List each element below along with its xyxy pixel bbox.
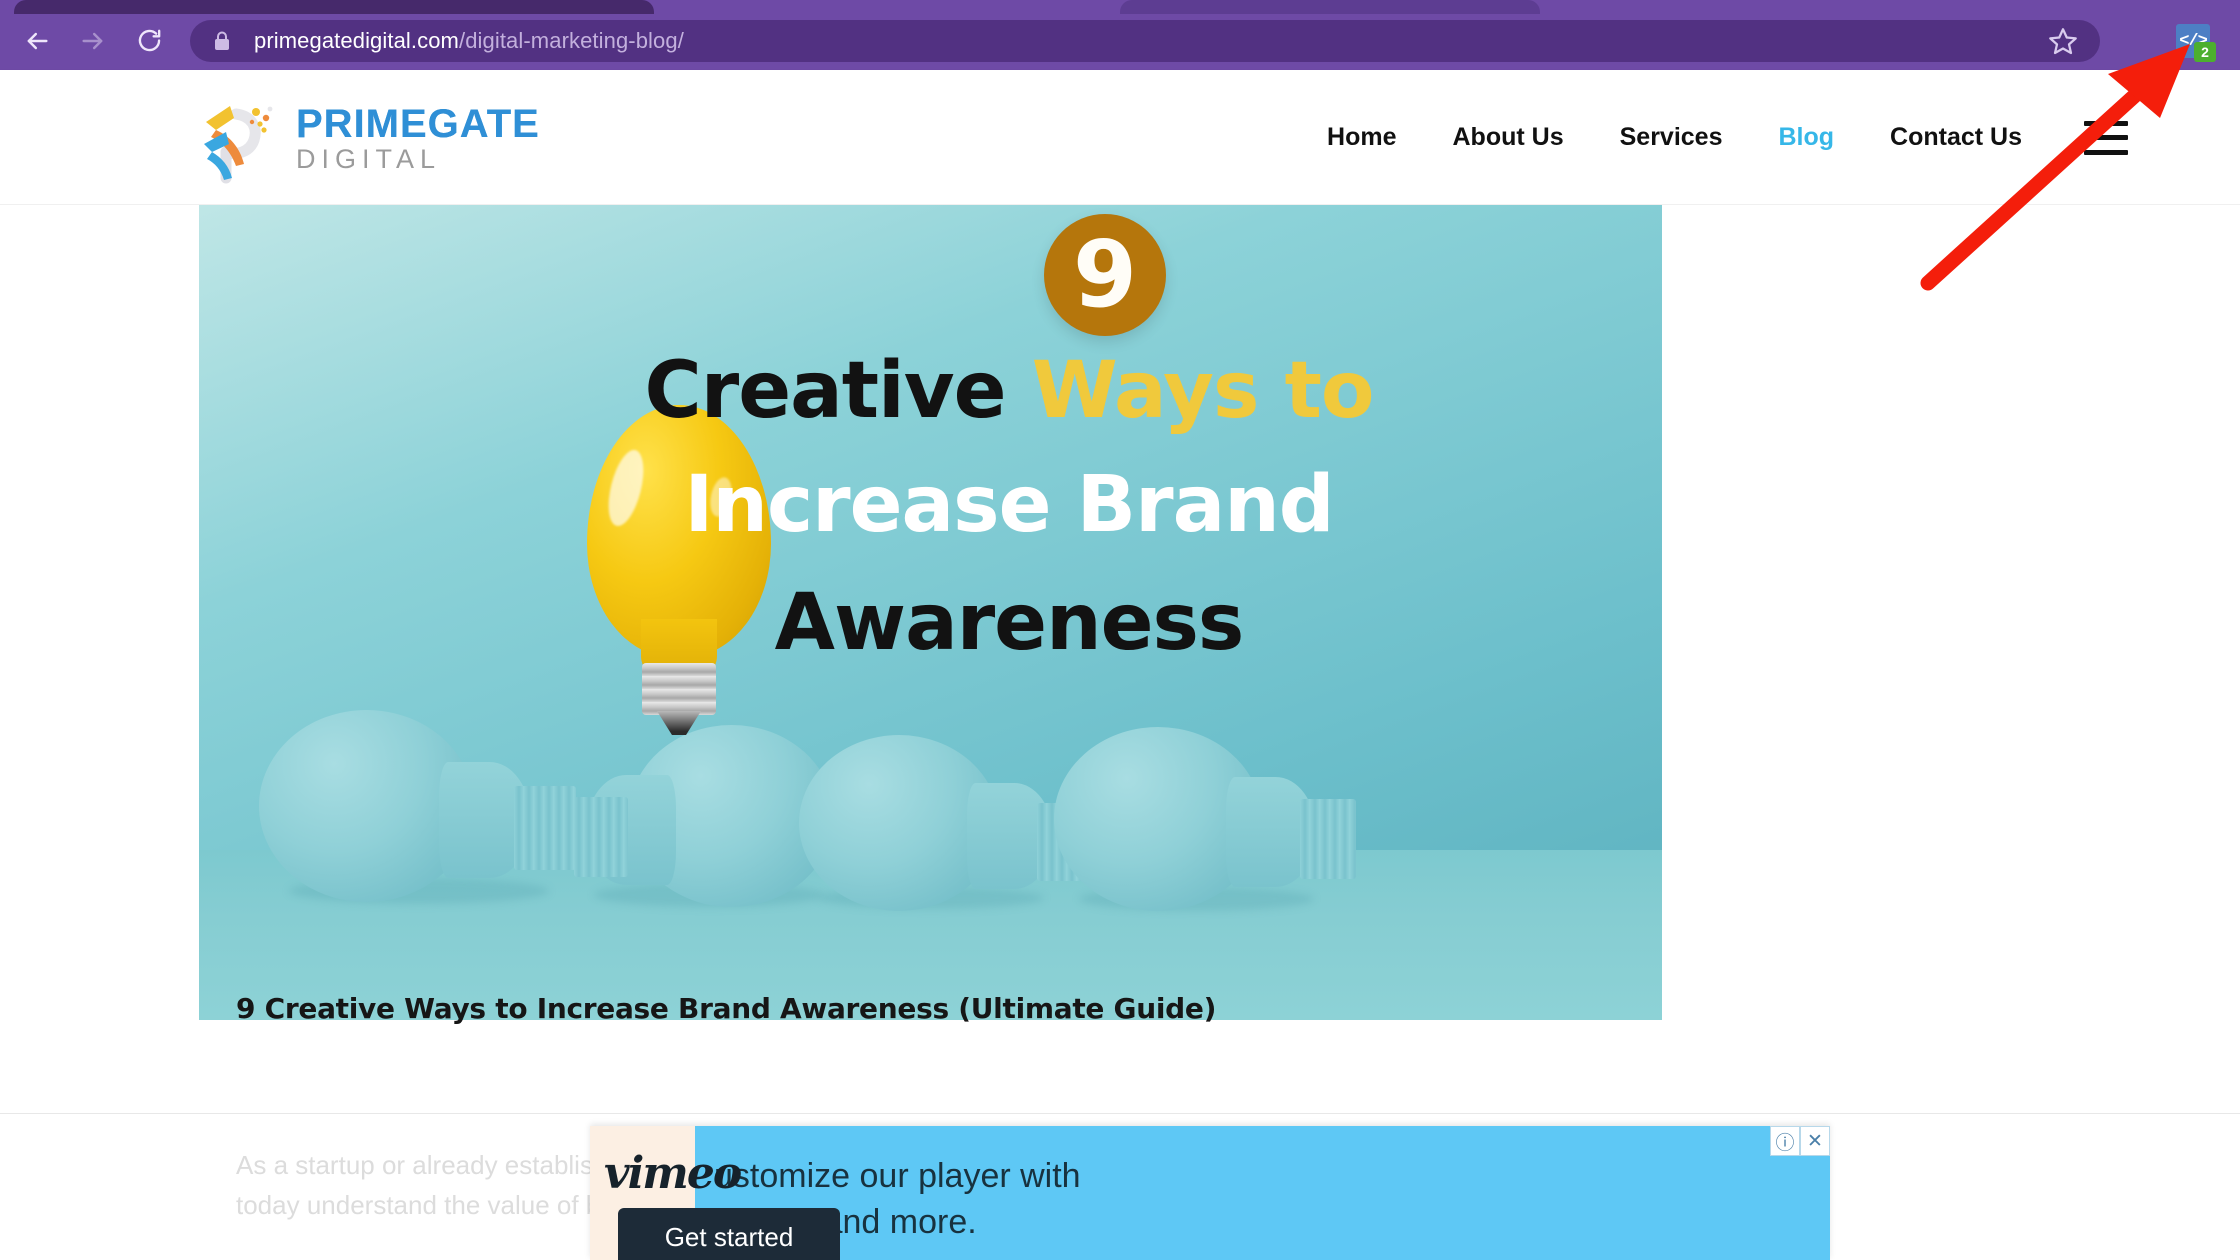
browser-tab-secondary[interactable] [1120, 0, 1540, 14]
nav-item-home[interactable]: Home [1299, 123, 1424, 152]
hamburger-bar [2084, 135, 2128, 140]
teal-bulb-icon [259, 710, 589, 910]
content-divider [0, 1113, 2240, 1114]
teal-bulb-icon [1054, 727, 1364, 919]
browser-chrome: primegatedigital.com/digital-marketing-b… [0, 0, 2240, 70]
hero-headline-ways-to: Ways to [1031, 346, 1375, 436]
url-path: /digital-marketing-blog/ [458, 28, 684, 53]
hero-headline-line-1: Creative Ways to [399, 345, 1619, 437]
back-arrow-icon[interactable] [14, 18, 60, 64]
hero-headline-line-3: Awareness [774, 578, 1245, 669]
browser-tab-active[interactable] [14, 0, 654, 14]
article-hero-image: 9 Creative Ways to Increase Brand Awaren… [199, 205, 1662, 1020]
hero-headline-line-2: Increase Brand [684, 460, 1334, 551]
address-bar[interactable]: primegatedigital.com/digital-marketing-b… [190, 20, 2100, 62]
url-text: primegatedigital.com/digital-marketing-b… [254, 28, 684, 54]
extension-badge-count: 2 [2194, 42, 2216, 62]
nav-item-contact-us[interactable]: Contact Us [1862, 123, 2050, 152]
star-icon[interactable] [2048, 26, 2078, 56]
logo-primary-text: PRIMEGATE [296, 101, 540, 146]
reload-icon[interactable] [126, 18, 172, 64]
ad-controls: ⓘ ✕ [1770, 1126, 1830, 1156]
tab-strip [0, 0, 2240, 14]
site-logo-text: PRIMEGATE DIGITAL [296, 104, 540, 173]
nav-item-blog[interactable]: Blog [1750, 123, 1862, 152]
site-header: PRIMEGATE DIGITAL Home About Us Services… [0, 70, 2240, 205]
hero-headline-creative: Creative [644, 346, 1032, 436]
ad-info-icon[interactable]: ⓘ [1770, 1126, 1800, 1156]
article-title: 9 Creative Ways to Increase Brand Awaren… [236, 992, 1217, 1025]
ad-close-icon[interactable]: ✕ [1800, 1126, 1830, 1156]
vimeo-logo: vimeo [604, 1148, 742, 1199]
url-domain: primegatedigital.com [254, 28, 459, 53]
advertisement-banner[interactable]: ustomize our player with colors, and mor… [590, 1126, 1830, 1260]
lock-icon [215, 31, 229, 50]
ad-get-started-button[interactable]: Get started [618, 1208, 840, 1260]
site-logo[interactable]: PRIMEGATE DIGITAL [196, 90, 540, 186]
page-content: 9 Creative Ways to Increase Brand Awaren… [0, 205, 2240, 1260]
primegate-logo-mark-icon [196, 92, 288, 184]
hero-headline: Creative Ways to Increase Brand Awarenes… [399, 345, 1619, 669]
hamburger-bar [2084, 149, 2128, 155]
main-navigation: Home About Us Services Blog Contact Us [1299, 70, 2128, 205]
hamburger-bar [2084, 120, 2128, 126]
nav-item-about-us[interactable]: About Us [1425, 123, 1592, 152]
logo-secondary-text: DIGITAL [296, 143, 442, 174]
hamburger-menu-icon[interactable] [2084, 120, 2128, 155]
hero-number-badge: 9 [1044, 214, 1166, 336]
nav-item-services[interactable]: Services [1592, 123, 1751, 152]
forward-arrow-icon[interactable] [70, 18, 116, 64]
